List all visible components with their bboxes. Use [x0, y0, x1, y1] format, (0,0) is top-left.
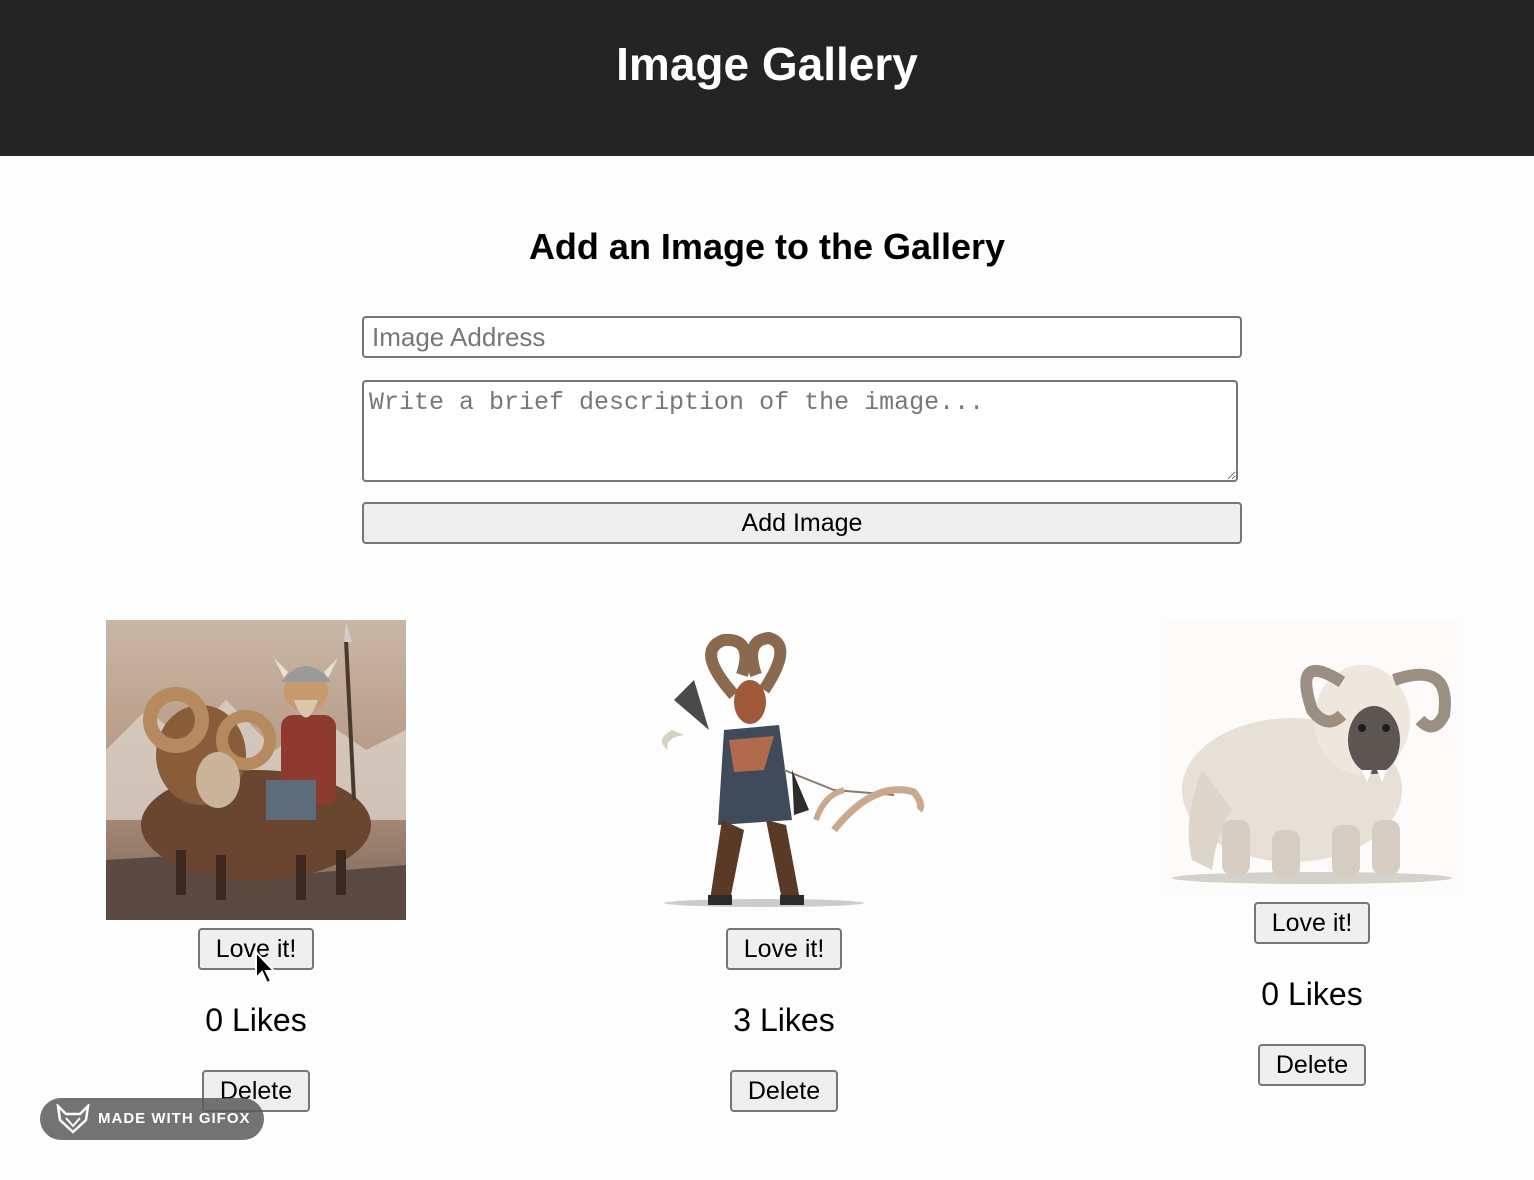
add-image-button[interactable]: Add Image [362, 502, 1242, 544]
app-header: Image Gallery [0, 0, 1534, 156]
likes-count-1: 0 Likes [205, 1002, 307, 1038]
gallery-card-1: Love it! 0 Likes Delete [106, 620, 406, 1120]
gifox-text: MADE WITH GIFOX [98, 1110, 251, 1127]
mouse-cursor-icon [255, 950, 276, 985]
gallery-card-2: Love it! 3 Likes Delete [634, 620, 934, 1120]
page-title: Image Gallery [616, 38, 918, 90]
likes-count-2: 3 Likes [733, 1002, 835, 1038]
fox-icon [56, 1104, 90, 1134]
image-description-textarea[interactable] [362, 380, 1238, 482]
gallery-image-2 [634, 620, 934, 920]
delete-button-3[interactable]: Delete [1258, 1044, 1366, 1086]
gallery-image-3 [1162, 620, 1462, 890]
gifox-watermark: MADE WITH GIFOX [40, 1098, 264, 1140]
delete-button-2[interactable]: Delete [730, 1070, 838, 1112]
gallery-image-1 [106, 620, 406, 920]
likes-count-3: 0 Likes [1261, 976, 1363, 1012]
gallery-card-3: Love it! 0 Likes Delete [1162, 620, 1462, 1100]
love-button-3[interactable]: Love it! [1254, 902, 1370, 944]
image-address-input[interactable] [362, 316, 1242, 358]
form-title: Add an Image to the Gallery [528, 226, 1006, 267]
love-button-2[interactable]: Love it! [726, 928, 842, 970]
